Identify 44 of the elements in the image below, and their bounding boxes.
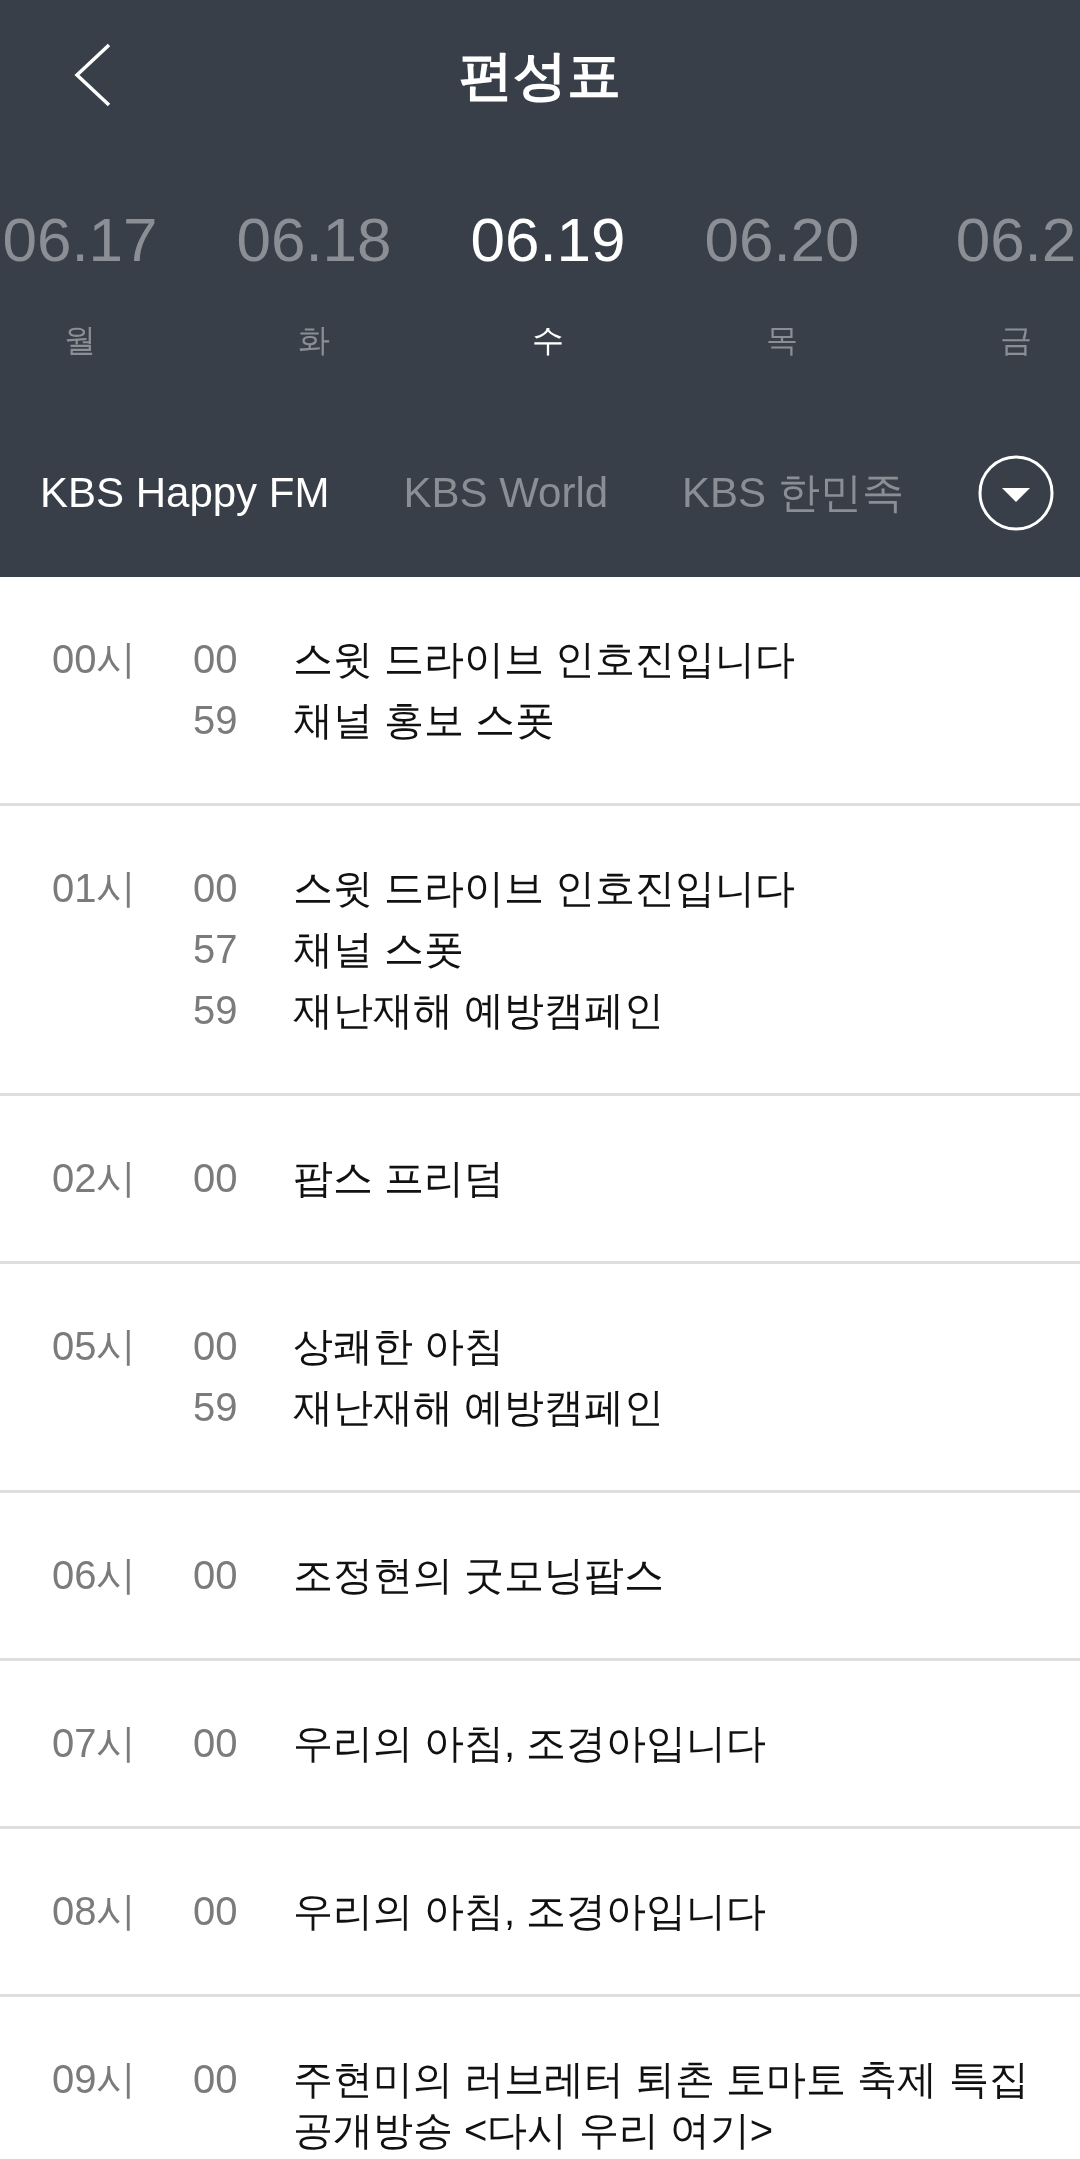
date-tab[interactable]: 06.2 금 [899, 200, 1080, 360]
program-title: 상쾌한 아침 [293, 1323, 505, 1370]
program-title: 채널 스폿 [293, 926, 465, 973]
hour-label: 06시 [52, 1552, 138, 1599]
hour-label: 02시 [52, 1155, 138, 1202]
chevron-left-icon [74, 43, 112, 107]
date-tab[interactable]: 06.19 수 [431, 200, 665, 360]
hour-label: 07시 [52, 1720, 138, 1767]
minute-label: 00 [193, 2056, 239, 2103]
minute-label: 00 [193, 1155, 239, 1202]
channel-tab[interactable]: KBS Happy FM [40, 465, 330, 521]
program-title: 조정현의 굿모닝팝스 [293, 1552, 665, 1599]
minute-label: 59 [193, 1384, 239, 1431]
date-tab[interactable]: 06.17 월 [0, 200, 197, 360]
program-title: 주현미의 러브레터 퇴촌 토마토 축제 특집 공개방송 <다시 우리 여기> [293, 2056, 1030, 2154]
channel-tab[interactable]: KBS World [403, 465, 609, 521]
program-title: 우리의 아침, 조경아입니다 [293, 1720, 767, 1767]
date-tab[interactable]: 06.20 목 [665, 200, 899, 360]
back-button[interactable] [74, 43, 112, 107]
minute-label: 00 [193, 1323, 239, 1370]
program-title: 스윗 드라이브 인호진입니다 [293, 865, 796, 912]
minute-label: 59 [193, 697, 239, 744]
page-title: 편성표 [459, 44, 621, 107]
program-title: 재난재해 예방캠페인 [293, 1384, 665, 1431]
hour-label: 08시 [52, 1888, 138, 1935]
minute-label: 00 [193, 1720, 239, 1767]
program-title: 재난재해 예방캠페인 [293, 987, 665, 1034]
minute-label: 59 [193, 987, 239, 1034]
minute-label: 00 [193, 865, 239, 912]
program-title: 우리의 아침, 조경아입니다 [293, 1888, 767, 1935]
program-title: 팝스 프리덤 [293, 1155, 505, 1202]
hour-label: 01시 [52, 865, 138, 912]
program-title: 스윗 드라이브 인호진입니다 [293, 636, 796, 683]
date-tab[interactable]: 06.18 화 [197, 200, 431, 360]
hour-label: 05시 [52, 1323, 138, 1370]
minute-label: 00 [193, 1552, 239, 1599]
hour-label: 09시 [52, 2056, 138, 2103]
program-title: 채널 홍보 스폿 [293, 697, 556, 744]
minute-label: 00 [193, 636, 239, 683]
hour-label: 00시 [52, 636, 138, 683]
channel-tab[interactable]: KBS 한민족 [682, 465, 904, 521]
minute-label: 57 [193, 926, 239, 973]
dropdown-circle-icon[interactable] [977, 455, 1054, 531]
minute-label: 00 [193, 1888, 239, 1935]
